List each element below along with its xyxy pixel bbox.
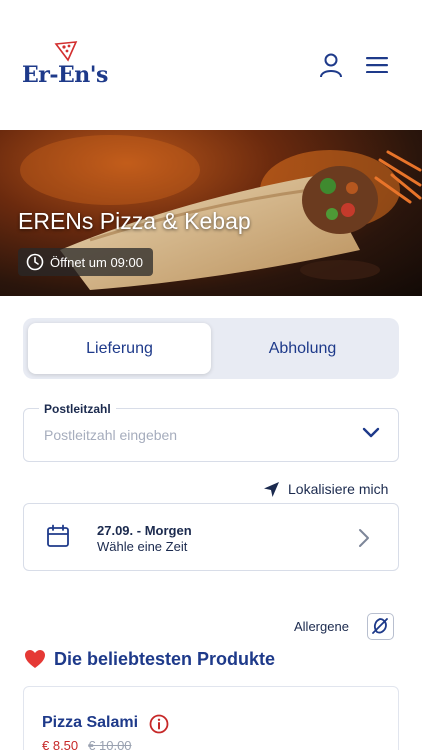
location-arrow-icon (264, 481, 279, 497)
pizza-slice-icon (54, 41, 78, 62)
locate-me-label: Lokalisiere mich (288, 481, 389, 497)
locate-me-button[interactable]: Lokalisiere mich (263, 478, 388, 500)
postcode-input[interactable] (44, 427, 344, 443)
opening-time-text: Öffnet um 09:00 (50, 254, 143, 270)
restaurant-hero: ERENs Pizza & Kebap Öffnet um 09:00 (0, 130, 422, 296)
selected-date: 27.09. - Morgen (97, 523, 192, 538)
calendar-icon (47, 524, 69, 547)
order-mode-toggle: Lieferung Abholung (23, 318, 399, 379)
popular-products-title: Die beliebtesten Produkte (54, 648, 276, 669)
choose-time-hint: Wähle eine Zeit (97, 539, 188, 554)
hamburger-menu-icon (366, 57, 388, 73)
allergen-label: Allergene (294, 618, 349, 634)
chevron-down-icon[interactable] (362, 427, 380, 439)
product-old-price: € 10.00 (88, 738, 132, 750)
chevron-right-icon (359, 529, 369, 547)
menu-button[interactable] (362, 50, 392, 80)
postcode-label: Postleitzahl (39, 402, 116, 416)
price-row: € 8.50 € 10.00 (42, 738, 132, 750)
restaurant-name: ERENs Pizza & Kebap (18, 208, 251, 234)
logo-text: Er-En's (22, 62, 108, 88)
app-header: Er-En's (0, 0, 422, 130)
account-button[interactable] (316, 50, 346, 80)
brand-logo[interactable]: Er-En's (22, 40, 112, 90)
tab-pickup[interactable]: Abholung (211, 323, 394, 374)
allergen-filter-button[interactable] (366, 612, 394, 640)
product-price: € 8.50 (42, 738, 79, 750)
product-card[interactable]: Pizza Salami € 8.50 € 10.00 (23, 686, 399, 750)
tab-delivery[interactable]: Lieferung (28, 323, 211, 374)
product-name: Pizza Salami (42, 714, 139, 731)
heart-icon (25, 650, 45, 668)
info-icon[interactable] (149, 714, 169, 734)
allergen-filter: Allergene (294, 611, 394, 641)
allergen-filter-icon (372, 618, 389, 634)
user-icon (320, 53, 342, 78)
popular-products-heading: Die beliebtesten Produkte (24, 646, 275, 672)
opening-time-badge: Öffnet um 09:00 (18, 248, 153, 276)
clock-icon (26, 253, 44, 271)
time-slot-picker[interactable]: 27.09. - Morgen Wähle eine Zeit (23, 503, 399, 571)
postcode-select[interactable]: Postleitzahl (23, 402, 399, 462)
